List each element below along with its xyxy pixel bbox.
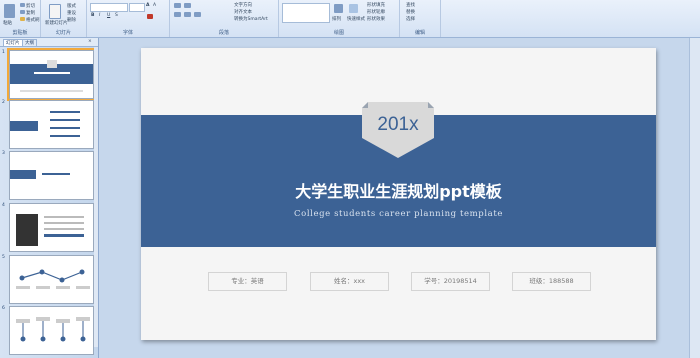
shape-fill-button[interactable]: 形状填充 [367,2,385,8]
editing-label: 编辑 [414,30,425,36]
cut-icon[interactable] [20,3,25,7]
clipboard-group: 粘贴 剪切 复制 格式刷 剪贴板 [0,0,41,37]
italic-icon[interactable]: I [99,13,100,18]
major-field[interactable]: 专业：英语 [208,272,287,291]
slide-thumbnail-3[interactable] [9,151,94,200]
shape-effects-button[interactable]: 形状效果 [367,16,385,22]
thumb-line [44,216,84,218]
paste-icon[interactable] [4,4,15,18]
format-painter-icon[interactable] [20,17,25,21]
name-field[interactable]: 姓名：xxx [310,272,389,291]
copy-button[interactable]: 复制 [26,10,35,16]
thumb-steps-graphic [16,317,90,342]
font-group: A A B I U S 字体 [87,0,170,37]
slide-number: 1 [2,50,5,55]
layout-button[interactable]: 版式 [67,3,76,9]
slides-group: 新建幻灯片 版式 重设 删除 幻灯片 [41,0,87,37]
thumb-line [50,119,80,121]
new-slide-icon[interactable] [49,4,61,19]
main-slide[interactable]: 201x 大学生职业生涯规划ppt模板 College students car… [141,48,656,340]
thumb-line [44,228,84,230]
thumb-photo [16,214,38,246]
year-badge: 201x [377,114,419,135]
text-direction-button[interactable]: 文字方向 [234,2,252,8]
replace-button[interactable]: 替换 [406,9,415,15]
slide-thumbnail-1[interactable] [7,48,96,101]
align-right-icon[interactable] [194,12,201,17]
slide-subtitle[interactable]: College students career planning templat… [141,209,656,219]
slide-number: 3 [2,151,5,156]
bullets-icon[interactable] [174,3,181,8]
student-id-field[interactable]: 学号：20198514 [411,272,490,291]
editing-group: 查找 替换 选择 编辑 [400,0,441,37]
slide-thumbnail-2[interactable] [9,100,94,149]
arrange-button[interactable]: 排列 [332,16,341,22]
clipboard-label: 剪贴板 [12,30,28,36]
cut-button[interactable]: 剪切 [26,3,35,9]
slide-title[interactable]: 大学生职业生涯规划ppt模板 [141,178,656,202]
shrink-font-icon[interactable]: A [153,3,156,8]
drawing-group: 排列 快速样式 形状填充 形状轮廓 形状效果 绘图 [279,0,400,37]
font-name-select[interactable] [90,3,128,12]
thumb-timeline-graphic [16,269,90,289]
thumb-fields [20,90,83,92]
strikethrough-icon[interactable]: S [115,13,118,18]
shape-outline-button[interactable]: 形状轮廓 [367,9,385,15]
thumb-line [50,135,80,137]
thumb-line [50,127,80,129]
slide-thumbnail-4[interactable] [9,203,94,252]
slide-number: 6 [2,306,5,311]
align-left-icon[interactable] [174,12,181,17]
font-size-select[interactable] [129,3,145,12]
quick-styles-icon[interactable] [349,4,358,13]
ribbon: 粘贴 剪切 复制 格式刷 剪贴板 新建幻灯片 版式 重设 删除 幻灯片 A A … [0,0,700,38]
thumb-line [44,234,84,237]
tab-outline[interactable]: 大纲 [22,39,37,46]
format-painter-button[interactable]: 格式刷 [26,17,40,23]
pane-tabs: 幻灯片 大纲 × [0,38,98,47]
align-text-button[interactable]: 对齐文本 [234,9,252,15]
drawing-label: 绘图 [333,30,344,36]
slide-thumbnail-5[interactable] [9,255,94,304]
slides-label: 幻灯片 [55,30,71,36]
slide-number: 2 [2,100,5,105]
underline-icon[interactable]: U [107,13,110,18]
editor-scrollbar[interactable] [689,38,700,358]
shapes-gallery[interactable] [282,3,330,23]
arrange-icon[interactable] [334,4,343,13]
thumb-line [50,111,80,113]
copy-icon[interactable] [20,10,25,14]
font-color-icon[interactable] [147,14,153,19]
class-field[interactable]: 班级：188588 [512,272,591,291]
thumb-contents-block [10,121,38,131]
tab-slides[interactable]: 幻灯片 [3,39,23,46]
font-label: 字体 [122,30,133,36]
delete-button[interactable]: 删除 [67,17,76,23]
numbering-icon[interactable] [184,3,191,8]
grow-font-icon[interactable]: A [146,3,149,8]
reset-button[interactable]: 重设 [67,10,76,16]
paste-button[interactable]: 粘贴 [3,20,12,26]
thumb-line [44,222,84,224]
select-button[interactable]: 选择 [406,16,415,22]
slide-thumbnail-6[interactable] [9,306,94,355]
slide-number: 5 [2,255,5,260]
new-slide-button[interactable]: 新建幻灯片 [45,20,68,26]
thumb-line [42,173,70,175]
slide-thumbnail-pane: 幻灯片 大纲 × 1 2 3 4 5 6 [0,38,99,358]
thumb-section-block [10,170,36,179]
slide-number: 4 [2,203,5,208]
paragraph-label: 段落 [218,30,229,36]
thumb-title [34,72,70,74]
quick-styles-button[interactable]: 快速样式 [347,16,365,22]
close-pane-icon[interactable]: × [88,39,92,44]
align-center-icon[interactable] [184,12,191,17]
paragraph-group: 文字方向 对齐文本 转换为SmartArt 段落 [170,0,279,37]
smartart-button[interactable]: 转换为SmartArt [234,16,268,22]
bold-icon[interactable]: B [91,13,94,18]
find-button[interactable]: 查找 [406,2,415,8]
thumbnail-scrollbar[interactable] [94,47,98,347]
thumb-badge [47,60,57,68]
